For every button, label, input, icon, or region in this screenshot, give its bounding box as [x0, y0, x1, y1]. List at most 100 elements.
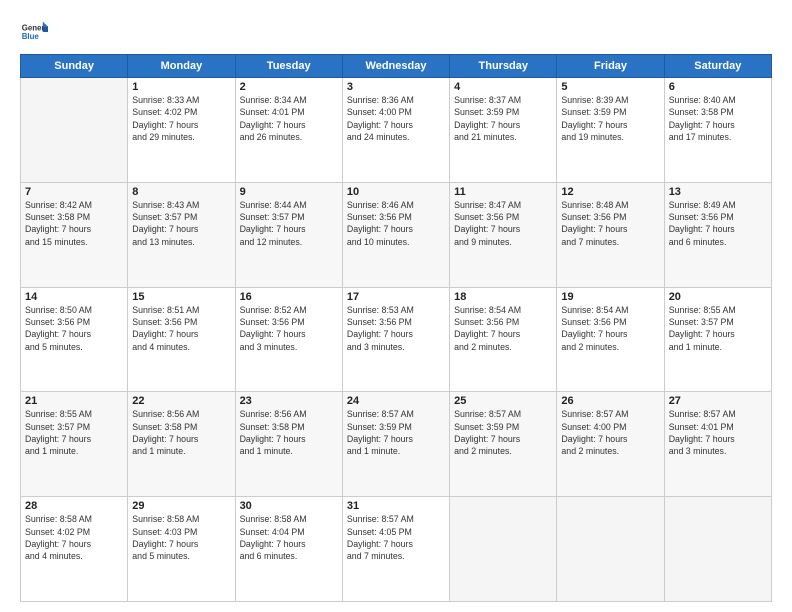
- calendar-cell: 18Sunrise: 8:54 AMSunset: 3:56 PMDayligh…: [450, 287, 557, 392]
- day-info: Sunrise: 8:58 AMSunset: 4:02 PMDaylight:…: [25, 513, 123, 562]
- day-number: 11: [454, 186, 552, 198]
- calendar-table: SundayMondayTuesdayWednesdayThursdayFrid…: [20, 54, 772, 602]
- day-number: 13: [669, 186, 767, 198]
- weekday-header-row: SundayMondayTuesdayWednesdayThursdayFrid…: [21, 55, 772, 78]
- logo: General Blue: [20, 18, 48, 46]
- calendar-cell: 19Sunrise: 8:54 AMSunset: 3:56 PMDayligh…: [557, 287, 664, 392]
- day-number: 25: [454, 395, 552, 407]
- weekday-header-monday: Monday: [128, 55, 235, 78]
- day-info: Sunrise: 8:34 AMSunset: 4:01 PMDaylight:…: [240, 94, 338, 143]
- calendar-cell: 29Sunrise: 8:58 AMSunset: 4:03 PMDayligh…: [128, 497, 235, 602]
- day-info: Sunrise: 8:44 AMSunset: 3:57 PMDaylight:…: [240, 199, 338, 248]
- day-info: Sunrise: 8:57 AMSunset: 3:59 PMDaylight:…: [347, 408, 445, 457]
- day-number: 12: [561, 186, 659, 198]
- day-number: 6: [669, 81, 767, 93]
- day-info: Sunrise: 8:33 AMSunset: 4:02 PMDaylight:…: [132, 94, 230, 143]
- calendar-cell: [21, 78, 128, 183]
- calendar-cell: 31Sunrise: 8:57 AMSunset: 4:05 PMDayligh…: [342, 497, 449, 602]
- weekday-header-sunday: Sunday: [21, 55, 128, 78]
- day-number: 24: [347, 395, 445, 407]
- day-info: Sunrise: 8:40 AMSunset: 3:58 PMDaylight:…: [669, 94, 767, 143]
- calendar-week-row: 1Sunrise: 8:33 AMSunset: 4:02 PMDaylight…: [21, 78, 772, 183]
- calendar-cell: 4Sunrise: 8:37 AMSunset: 3:59 PMDaylight…: [450, 78, 557, 183]
- calendar-week-row: 28Sunrise: 8:58 AMSunset: 4:02 PMDayligh…: [21, 497, 772, 602]
- calendar-cell: 17Sunrise: 8:53 AMSunset: 3:56 PMDayligh…: [342, 287, 449, 392]
- day-number: 7: [25, 186, 123, 198]
- day-info: Sunrise: 8:53 AMSunset: 3:56 PMDaylight:…: [347, 304, 445, 353]
- weekday-header-saturday: Saturday: [664, 55, 771, 78]
- day-number: 26: [561, 395, 659, 407]
- calendar-cell: 1Sunrise: 8:33 AMSunset: 4:02 PMDaylight…: [128, 78, 235, 183]
- day-info: Sunrise: 8:57 AMSunset: 4:05 PMDaylight:…: [347, 513, 445, 562]
- day-info: Sunrise: 8:58 AMSunset: 4:03 PMDaylight:…: [132, 513, 230, 562]
- calendar-cell: [557, 497, 664, 602]
- calendar-cell: 23Sunrise: 8:56 AMSunset: 3:58 PMDayligh…: [235, 392, 342, 497]
- weekday-header-tuesday: Tuesday: [235, 55, 342, 78]
- calendar-cell: 27Sunrise: 8:57 AMSunset: 4:01 PMDayligh…: [664, 392, 771, 497]
- day-info: Sunrise: 8:37 AMSunset: 3:59 PMDaylight:…: [454, 94, 552, 143]
- calendar-cell: 15Sunrise: 8:51 AMSunset: 3:56 PMDayligh…: [128, 287, 235, 392]
- day-number: 23: [240, 395, 338, 407]
- calendar-cell: [664, 497, 771, 602]
- day-number: 3: [347, 81, 445, 93]
- day-number: 16: [240, 291, 338, 303]
- calendar-page: General Blue SundayMondayTuesdayWednesda…: [0, 0, 792, 612]
- calendar-cell: 22Sunrise: 8:56 AMSunset: 3:58 PMDayligh…: [128, 392, 235, 497]
- day-info: Sunrise: 8:43 AMSunset: 3:57 PMDaylight:…: [132, 199, 230, 248]
- calendar-cell: 12Sunrise: 8:48 AMSunset: 3:56 PMDayligh…: [557, 182, 664, 287]
- day-info: Sunrise: 8:54 AMSunset: 3:56 PMDaylight:…: [561, 304, 659, 353]
- day-number: 28: [25, 500, 123, 512]
- day-number: 18: [454, 291, 552, 303]
- calendar-cell: 21Sunrise: 8:55 AMSunset: 3:57 PMDayligh…: [21, 392, 128, 497]
- weekday-header-thursday: Thursday: [450, 55, 557, 78]
- day-number: 14: [25, 291, 123, 303]
- calendar-cell: 13Sunrise: 8:49 AMSunset: 3:56 PMDayligh…: [664, 182, 771, 287]
- calendar-cell: 25Sunrise: 8:57 AMSunset: 3:59 PMDayligh…: [450, 392, 557, 497]
- calendar-cell: 2Sunrise: 8:34 AMSunset: 4:01 PMDaylight…: [235, 78, 342, 183]
- day-info: Sunrise: 8:56 AMSunset: 3:58 PMDaylight:…: [132, 408, 230, 457]
- calendar-cell: 9Sunrise: 8:44 AMSunset: 3:57 PMDaylight…: [235, 182, 342, 287]
- weekday-header-friday: Friday: [557, 55, 664, 78]
- day-info: Sunrise: 8:54 AMSunset: 3:56 PMDaylight:…: [454, 304, 552, 353]
- calendar-cell: 20Sunrise: 8:55 AMSunset: 3:57 PMDayligh…: [664, 287, 771, 392]
- day-number: 8: [132, 186, 230, 198]
- day-info: Sunrise: 8:58 AMSunset: 4:04 PMDaylight:…: [240, 513, 338, 562]
- calendar-cell: 16Sunrise: 8:52 AMSunset: 3:56 PMDayligh…: [235, 287, 342, 392]
- calendar-cell: [450, 497, 557, 602]
- day-number: 20: [669, 291, 767, 303]
- day-info: Sunrise: 8:48 AMSunset: 3:56 PMDaylight:…: [561, 199, 659, 248]
- logo-icon: General Blue: [20, 18, 48, 46]
- day-info: Sunrise: 8:39 AMSunset: 3:59 PMDaylight:…: [561, 94, 659, 143]
- calendar-cell: 11Sunrise: 8:47 AMSunset: 3:56 PMDayligh…: [450, 182, 557, 287]
- calendar-cell: 6Sunrise: 8:40 AMSunset: 3:58 PMDaylight…: [664, 78, 771, 183]
- day-info: Sunrise: 8:36 AMSunset: 4:00 PMDaylight:…: [347, 94, 445, 143]
- day-number: 31: [347, 500, 445, 512]
- day-info: Sunrise: 8:55 AMSunset: 3:57 PMDaylight:…: [25, 408, 123, 457]
- day-info: Sunrise: 8:57 AMSunset: 3:59 PMDaylight:…: [454, 408, 552, 457]
- calendar-cell: 10Sunrise: 8:46 AMSunset: 3:56 PMDayligh…: [342, 182, 449, 287]
- day-number: 19: [561, 291, 659, 303]
- calendar-cell: 26Sunrise: 8:57 AMSunset: 4:00 PMDayligh…: [557, 392, 664, 497]
- day-number: 22: [132, 395, 230, 407]
- day-info: Sunrise: 8:42 AMSunset: 3:58 PMDaylight:…: [25, 199, 123, 248]
- day-number: 15: [132, 291, 230, 303]
- calendar-cell: 7Sunrise: 8:42 AMSunset: 3:58 PMDaylight…: [21, 182, 128, 287]
- day-number: 17: [347, 291, 445, 303]
- calendar-cell: 5Sunrise: 8:39 AMSunset: 3:59 PMDaylight…: [557, 78, 664, 183]
- day-number: 4: [454, 81, 552, 93]
- day-number: 29: [132, 500, 230, 512]
- calendar-cell: 3Sunrise: 8:36 AMSunset: 4:00 PMDaylight…: [342, 78, 449, 183]
- calendar-cell: 8Sunrise: 8:43 AMSunset: 3:57 PMDaylight…: [128, 182, 235, 287]
- day-number: 27: [669, 395, 767, 407]
- day-info: Sunrise: 8:46 AMSunset: 3:56 PMDaylight:…: [347, 199, 445, 248]
- day-info: Sunrise: 8:56 AMSunset: 3:58 PMDaylight:…: [240, 408, 338, 457]
- calendar-week-row: 21Sunrise: 8:55 AMSunset: 3:57 PMDayligh…: [21, 392, 772, 497]
- header: General Blue: [20, 18, 772, 46]
- svg-text:Blue: Blue: [22, 32, 40, 41]
- calendar-week-row: 14Sunrise: 8:50 AMSunset: 3:56 PMDayligh…: [21, 287, 772, 392]
- day-number: 9: [240, 186, 338, 198]
- day-info: Sunrise: 8:50 AMSunset: 3:56 PMDaylight:…: [25, 304, 123, 353]
- calendar-cell: 14Sunrise: 8:50 AMSunset: 3:56 PMDayligh…: [21, 287, 128, 392]
- day-number: 1: [132, 81, 230, 93]
- day-number: 21: [25, 395, 123, 407]
